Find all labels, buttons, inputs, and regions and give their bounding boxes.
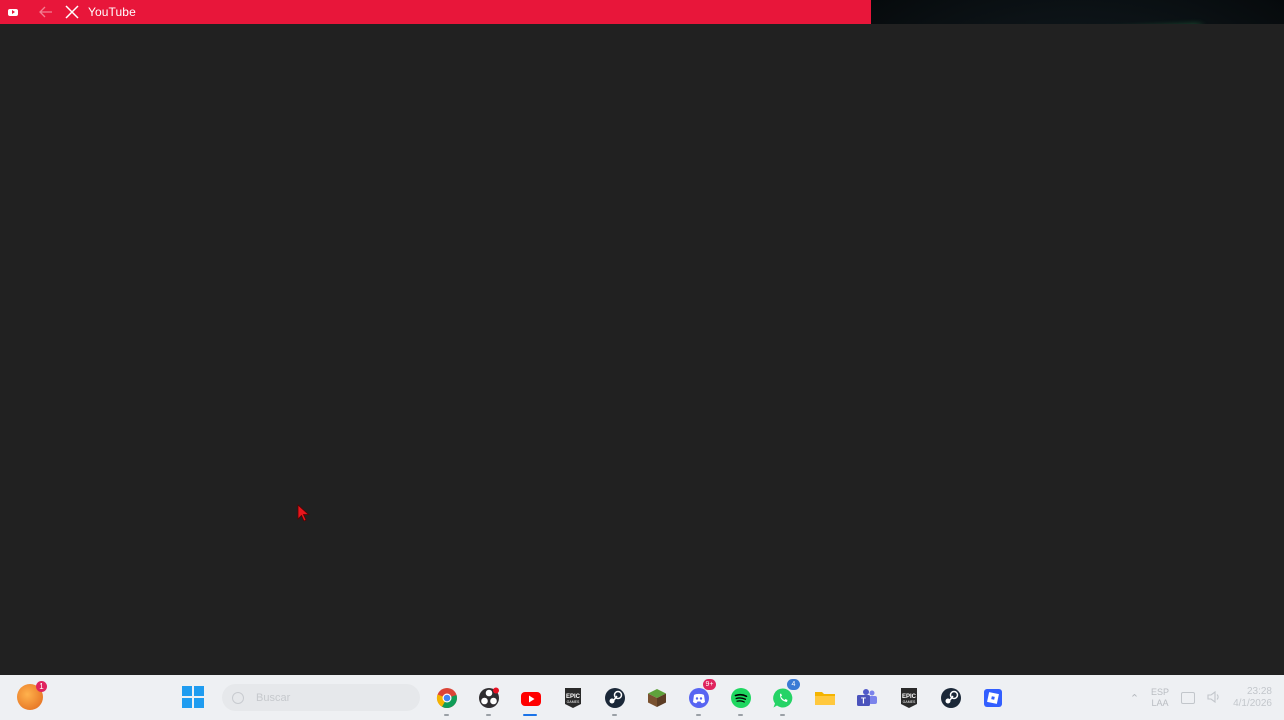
taskbar-app-epic-games[interactable]: EPIC GAMES bbox=[557, 682, 588, 713]
volume-icon[interactable] bbox=[1207, 690, 1221, 705]
running-indicator bbox=[486, 714, 491, 716]
running-indicator bbox=[612, 714, 617, 716]
epic-games-icon: EPIC GAMES bbox=[564, 687, 581, 708]
arrow-left-icon bbox=[39, 6, 52, 18]
taskbar-app-steam-2[interactable] bbox=[935, 682, 966, 713]
taskbar-app-whatsapp[interactable]: 4 bbox=[767, 679, 800, 716]
steam-icon bbox=[940, 687, 961, 708]
taskbar-app-minecraft[interactable] bbox=[641, 682, 672, 713]
mouse-cursor-icon bbox=[297, 504, 311, 527]
taskbar-app-roblox[interactable] bbox=[977, 682, 1008, 713]
taskbar-app-epic-games-2[interactable]: EPIC GAMES bbox=[893, 682, 924, 713]
search-icon bbox=[232, 691, 244, 704]
desktop-screen: YouTube 1 Buscar EPIC GAMES 9+ 4 T EPIC … bbox=[0, 0, 1284, 720]
user-avatar[interactable]: 1 bbox=[17, 681, 47, 710]
close-icon bbox=[65, 5, 79, 19]
taskbar-app-chrome[interactable] bbox=[431, 682, 462, 716]
network-icon[interactable] bbox=[1181, 692, 1196, 704]
language-line-2: LAA bbox=[1151, 698, 1169, 708]
taskbar-app-youtube[interactable] bbox=[515, 682, 546, 716]
spotify-icon bbox=[730, 687, 751, 708]
roblox-icon bbox=[983, 688, 1002, 707]
taskbar: 1 Buscar EPIC GAMES 9+ 4 T EPIC GAMES ⌃ … bbox=[0, 675, 1284, 720]
steam-icon bbox=[604, 687, 625, 708]
taskbar-apps: EPIC GAMES 9+ 4 T EPIC GAMES bbox=[431, 679, 1008, 716]
clock-time: 23:28 bbox=[1246, 686, 1272, 697]
windows-icon bbox=[182, 686, 192, 696]
window-title: YouTube bbox=[88, 5, 136, 19]
running-indicator bbox=[444, 714, 449, 716]
taskbar-search[interactable]: Buscar bbox=[222, 684, 420, 711]
discord-badge: 9+ bbox=[703, 679, 716, 690]
whatsapp-badge: 4 bbox=[787, 679, 800, 690]
taskbar-app-obs[interactable] bbox=[473, 682, 504, 716]
close-button[interactable] bbox=[62, 2, 82, 22]
epic-games-icon: EPIC GAMES bbox=[900, 687, 917, 708]
taskbar-app-file-explorer[interactable] bbox=[809, 682, 840, 713]
running-indicator bbox=[780, 714, 785, 716]
language-line-1: ESP bbox=[1151, 687, 1170, 697]
svg-text:GAMES: GAMES bbox=[566, 700, 579, 704]
language-indicator[interactable]: ESP LAA bbox=[1151, 687, 1169, 709]
obs-icon bbox=[478, 687, 499, 708]
system-tray: ⌃ ESP LAA 23:28 4/1/2026 bbox=[1130, 683, 1272, 713]
chrome-icon bbox=[436, 687, 457, 708]
minecraft-icon bbox=[647, 688, 666, 707]
youtube-logo-icon bbox=[8, 8, 18, 16]
main-content-area[interactable] bbox=[0, 24, 1284, 675]
youtube-icon bbox=[520, 691, 541, 706]
folder-icon bbox=[814, 691, 835, 705]
taskbar-app-steam[interactable] bbox=[599, 682, 630, 716]
show-hidden-icons-button[interactable]: ⌃ bbox=[1130, 692, 1139, 705]
running-indicator bbox=[523, 714, 537, 716]
back-button[interactable] bbox=[36, 2, 56, 22]
running-indicator bbox=[696, 714, 701, 716]
search-placeholder: Buscar bbox=[256, 691, 291, 704]
app-titlebar: YouTube bbox=[0, 0, 871, 24]
svg-text:GAMES: GAMES bbox=[902, 700, 915, 704]
taskbar-app-spotify[interactable] bbox=[725, 682, 756, 716]
start-button[interactable] bbox=[182, 686, 204, 708]
taskbar-app-discord[interactable]: 9+ bbox=[683, 679, 716, 716]
notification-badge: 1 bbox=[36, 681, 47, 692]
running-indicator bbox=[738, 714, 743, 716]
teams-icon: T bbox=[856, 688, 877, 706]
taskbar-app-teams[interactable]: T bbox=[851, 682, 882, 713]
clock[interactable]: 23:28 4/1/2026 bbox=[1233, 686, 1272, 710]
svg-text:T: T bbox=[861, 696, 866, 705]
clock-date: 4/1/2026 bbox=[1233, 698, 1272, 709]
